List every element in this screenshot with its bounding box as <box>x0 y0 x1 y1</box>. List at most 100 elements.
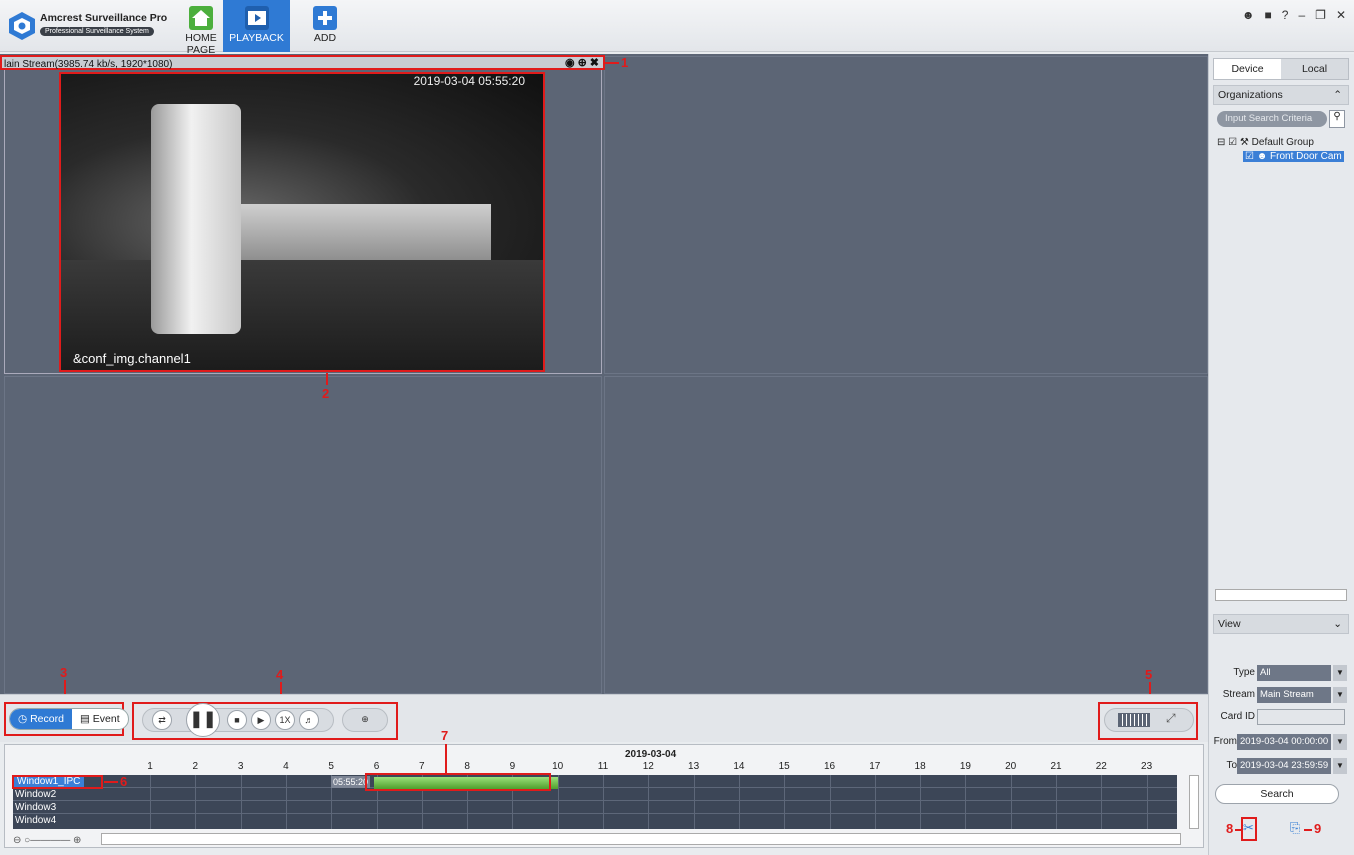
zoom-icon[interactable]: ⊕ <box>578 56 587 71</box>
timeline-horizontal-scrollbar[interactable] <box>101 833 1181 845</box>
chevron-down-icon: ⌄ <box>1333 618 1342 630</box>
window-label: Window4 <box>15 815 57 826</box>
timeline-row[interactable]: Window3 <box>13 801 1177 814</box>
tree-horizontal-scrollbar[interactable] <box>1215 589 1347 601</box>
timeline-hour-label: 15 <box>778 761 790 772</box>
download-icon[interactable]: ⎘ <box>1290 820 1300 836</box>
help-icon[interactable]: ? <box>1282 8 1289 22</box>
timeline-hour-label: 20 <box>1005 761 1017 772</box>
lock-icon[interactable]: ■ <box>1265 8 1272 22</box>
from-row: From 2019-03-04 00:00:00 ▼ <box>1211 734 1351 750</box>
video-pane-4[interactable] <box>604 376 1208 694</box>
timeline-hour-label: 14 <box>733 761 745 772</box>
pause-button[interactable]: ❚❚ <box>186 703 220 737</box>
dropdown-arrow-icon[interactable]: ▼ <box>1333 758 1347 774</box>
timeline-hour-label: 6 <box>373 761 380 772</box>
video-wall <box>231 204 491 264</box>
zoom-search-icon[interactable]: ⊕ <box>355 710 375 730</box>
timeline-hour-label: 13 <box>688 761 700 772</box>
close-icon[interactable]: ✕ <box>1336 8 1346 22</box>
callout-4: 4 <box>276 667 284 682</box>
search-button[interactable]: Search <box>1215 784 1339 804</box>
fullscreen-icon[interactable]: ⤢ <box>1166 711 1176 726</box>
dropdown-arrow-icon[interactable]: ▼ <box>1333 665 1347 681</box>
type-label: Type <box>1233 667 1255 678</box>
stream-label: Stream <box>1222 689 1255 700</box>
to-datetime[interactable]: 2019-03-04 23:59:59 <box>1237 758 1331 774</box>
timeline-hour-label: 19 <box>959 761 971 772</box>
dropdown-arrow-icon[interactable]: ▼ <box>1333 687 1347 703</box>
record-segment-highlight <box>365 773 551 791</box>
user-icon[interactable]: ☻ <box>1242 8 1255 22</box>
video-feed[interactable]: 2019-03-04 05:55:20 &conf_img.channel1 <box>59 72 545 372</box>
video-pane-3[interactable] <box>4 376 602 694</box>
dropdown-arrow-icon[interactable]: ▼ <box>1333 734 1347 750</box>
timeline-row[interactable]: Window2 <box>13 788 1177 801</box>
layout-grid-icon[interactable] <box>1118 713 1150 727</box>
timeline-row[interactable]: Window4 <box>13 814 1177 827</box>
app-name: Amcrest Surveillance Pro <box>40 12 168 24</box>
timeline-hour-label: 12 <box>642 761 654 772</box>
mode-toggle: ◷ Record ▤ Event <box>9 708 129 730</box>
timeline-zoom[interactable]: ⊖ ○———— ⊕ <box>13 835 81 846</box>
timeline-hour-label: 23 <box>1141 761 1153 772</box>
speed-button[interactable]: 1X <box>275 710 295 730</box>
nav-playback[interactable]: PLAYBACK <box>223 0 290 52</box>
tree-group[interactable]: ⊟ ☑ ⚒ Default Group <box>1217 136 1344 150</box>
tab-local[interactable]: Local <box>1281 59 1348 79</box>
minimize-icon[interactable]: – <box>1298 8 1305 22</box>
timeline-hour-label: 9 <box>509 761 516 772</box>
card-id-label: Card ID <box>1220 711 1255 722</box>
timeline-hour-label: 8 <box>464 761 470 772</box>
next-frame-button[interactable]: ▶ <box>251 710 271 730</box>
event-label: Event <box>92 713 120 725</box>
from-datetime[interactable]: 2019-03-04 00:00:00 <box>1237 734 1331 750</box>
restore-icon[interactable]: ❐ <box>1315 8 1326 22</box>
app-subtitle: Professional Surveillance System <box>40 27 154 36</box>
record-tab[interactable]: ◷ Record <box>10 709 72 729</box>
timeline-hour-label: 2 <box>192 761 199 772</box>
organizations-header[interactable]: Organizations ⌃ <box>1213 85 1349 105</box>
search-input[interactable]: Input Search Criteria <box>1217 111 1327 127</box>
event-tab[interactable]: ▤ Event <box>72 709 128 729</box>
snapshot-icon[interactable]: ◉ <box>565 56 575 71</box>
timeline-hour-label: 16 <box>823 761 836 772</box>
tree-device[interactable]: ☑ ☻ Front Door Cam <box>1217 150 1344 164</box>
callout-6: 6 <box>120 774 128 789</box>
timeline-hour-label: 11 <box>597 761 609 772</box>
callout-line-6 <box>104 781 118 783</box>
video-pane-2[interactable] <box>604 56 1208 374</box>
timeline-vertical-scrollbar[interactable] <box>1189 775 1199 829</box>
view-header[interactable]: View ⌄ <box>1213 614 1349 634</box>
stop-button[interactable]: ■ <box>227 710 247 730</box>
organizations-label: Organizations <box>1218 89 1283 101</box>
right-panel: Device Local Organizations ⌃ Input Searc… <box>1208 54 1354 855</box>
nav-playback-label: PLAYBACK <box>229 32 284 44</box>
timeline-hour-label: 7 <box>419 761 425 772</box>
device-tree: ⊟ ☑ ⚒ Default Group ☑ ☻ Front Door Cam <box>1217 136 1344 164</box>
scissors-icon[interactable]: ✂ <box>1243 820 1254 836</box>
timeline-row[interactable]: Window1_IPC 05:55:20 <box>13 775 1177 789</box>
amcrest-logo-icon <box>9 12 35 40</box>
type-select[interactable]: All <box>1257 665 1331 681</box>
to-row: To 2019-03-04 23:59:59 ▼ <box>1211 758 1351 774</box>
card-id-input[interactable] <box>1257 709 1345 725</box>
view-label: View <box>1218 618 1241 630</box>
stream-select[interactable]: Main Stream <box>1257 687 1331 703</box>
volume-button[interactable]: ♬ <box>299 710 319 730</box>
timeline-hour-label: 22 <box>1095 761 1107 772</box>
search-icon[interactable]: ⚲ <box>1329 110 1345 128</box>
nav-add[interactable]: ADD <box>310 0 340 52</box>
home-icon <box>189 6 213 30</box>
window-label: Window2 <box>15 789 57 800</box>
tab-device[interactable]: Device <box>1214 59 1281 79</box>
sync-play-button[interactable]: ⇄ <box>152 710 172 730</box>
nav-add-label: ADD <box>313 32 337 44</box>
record-label: Record <box>30 713 64 725</box>
video-timestamp: 2019-03-04 05:55:20 <box>413 74 525 88</box>
timeline-hour-label: 3 <box>237 761 244 772</box>
callout-1: 1 <box>621 55 629 70</box>
stream-info-bar: lain Stream(3985.74 kb/s, 1920*1080) ◉ ⊕… <box>0 55 605 70</box>
close-stream-icon[interactable]: ✖ <box>590 56 599 71</box>
tree-device-label: Front Door Cam <box>1270 151 1342 162</box>
